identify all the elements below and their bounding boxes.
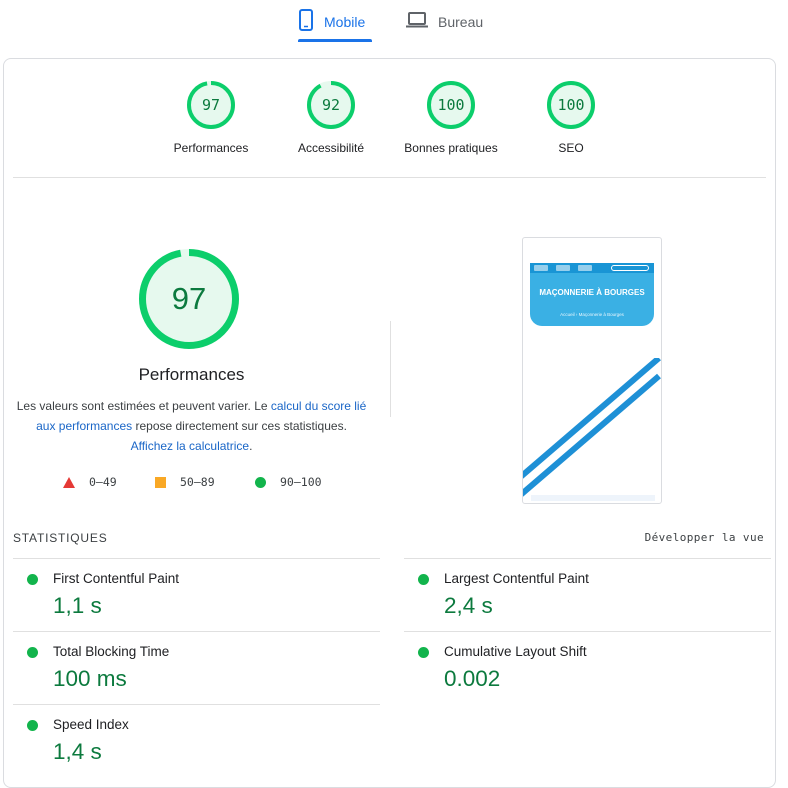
metric-name: Largest Contentful Paint [444,571,589,586]
main-score: 97 [171,281,207,316]
tab-mobile[interactable]: Mobile [298,0,372,44]
gauge-seo[interactable]: 100 SEO [511,81,631,155]
gauge-label: SEO [558,141,584,155]
device-tabs: Mobile Bureau [0,0,788,48]
gauge-performance[interactable]: 97 Performances [151,81,271,155]
stats-header: STATISTIQUES Développer la vue [13,529,771,549]
metric-value: 2,4 s [444,593,493,618]
gauge-best-practices[interactable]: 100 Bonnes pratiques [391,81,511,155]
main-score-gauge: 97 [139,249,239,349]
laptop-icon [406,11,428,33]
category-gauges: 97 Performances 92 Accessibilité 100 Bon… [4,59,775,177]
preview-contact-pill [611,265,649,271]
metric-value: 0.002 [444,666,501,691]
metric-fcp: First Contentful Paint 1,1 s [13,558,380,632]
score-legend: 0–49 50–89 90–100 [4,475,379,495]
gauge-score: 100 [557,96,585,114]
metric-value: 1,1 s [53,593,102,618]
desc-text: repose directement sur ces statistiques. [132,419,347,433]
metric-lcp: Largest Contentful Paint 2,4 s [404,558,771,632]
preview-menu-item [534,265,548,271]
metric-name: Total Blocking Time [53,644,170,659]
pass-dot-icon [27,574,38,585]
square-icon [155,476,166,488]
final-screenshot: MAÇONNERIE À BOURGES Accueil › Maçonneri… [522,237,662,504]
triangle-icon [63,476,75,488]
circle-icon [255,476,266,488]
preview-menu-item [578,265,592,271]
metric-value: 100 ms [53,666,127,691]
metric-cls: Cumulative Layout Shift 0.002 [404,631,771,705]
vertical-divider [390,321,391,417]
metric-name: Cumulative Layout Shift [444,644,587,659]
pass-dot-icon [27,647,38,658]
metric-value: 1,4 s [53,739,102,764]
divider [13,177,766,178]
gauge-label: Accessibilité [297,141,365,155]
preview-footer [531,495,655,501]
metric-si: Speed Index 1,4 s [13,704,380,778]
score-description: Les valeurs sont estimées et peuvent var… [14,396,369,456]
gauge-score: 100 [437,96,465,114]
legend-pass: 90–100 [255,475,322,489]
legend-fail: 0–49 [63,475,117,489]
expand-view-toggle[interactable]: Développer la vue [645,531,764,544]
active-tab-indicator [298,39,372,42]
tab-desktop-label: Bureau [438,14,484,30]
legend-average: 50–89 [155,475,215,489]
legend-pass-label: 90–100 [280,475,322,489]
gauge-score: 92 [321,96,341,114]
legend-average-label: 50–89 [180,475,215,489]
desc-text: . [249,439,253,453]
report-card: 97 Performances 92 Accessibilité 100 Bon… [3,58,776,788]
metric-tbt: Total Blocking Time 100 ms [13,631,380,705]
smartphone-icon [298,8,314,36]
gauge-score: 97 [201,96,221,114]
gauge-label: Performances [173,141,249,155]
pass-dot-icon [418,574,429,585]
tab-mobile-label: Mobile [324,14,366,30]
pass-dot-icon [418,647,429,658]
desc-text: Les valeurs sont estimées et peuvent var… [16,399,271,413]
gauge-label: Bonnes pratiques [404,141,498,155]
preview-title: MAÇONNERIE À BOURGES [539,288,645,297]
main-score-title: Performances [138,365,245,384]
metric-name: Speed Index [53,717,129,732]
legend-fail-label: 0–49 [89,475,117,489]
pass-dot-icon [27,720,38,731]
tab-desktop[interactable]: Bureau [406,0,483,44]
preview-menu-item [556,265,570,271]
gauge-accessibility[interactable]: 92 Accessibilité [271,81,391,155]
preview-stripes [523,358,661,497]
calculator-link[interactable]: Affichez la calculatrice [131,439,250,453]
stats-title: STATISTIQUES [13,531,108,545]
preview-breadcrumb: Accueil › Maçonnerie à Bourges [560,312,624,317]
metric-name: First Contentful Paint [53,571,180,586]
